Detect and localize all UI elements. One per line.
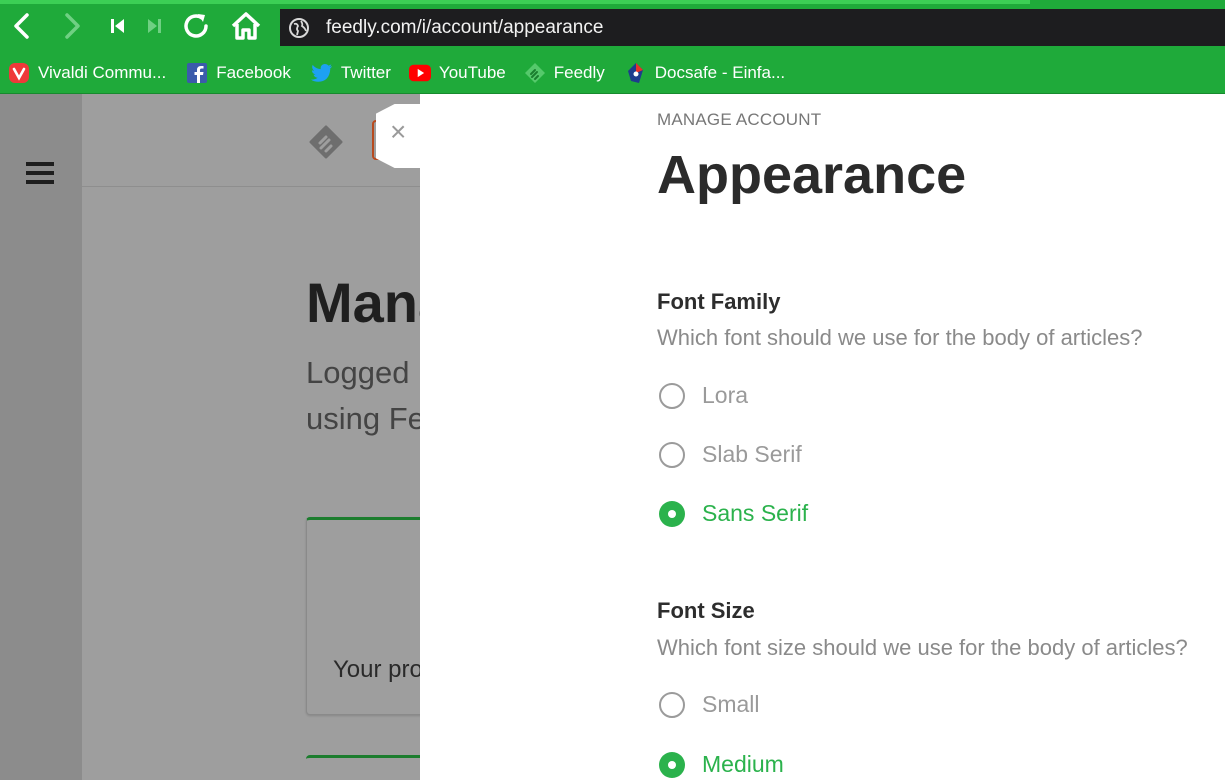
bookmark-facebook[interactable]: Facebook <box>180 58 297 88</box>
font-option-sans-serif[interactable]: Sans Serif <box>659 500 808 527</box>
facebook-icon <box>186 62 208 84</box>
radio-label: Sans Serif <box>702 500 809 526</box>
twitter-icon <box>310 62 333 84</box>
bookmark-label: YouTube <box>438 62 506 82</box>
bookmark-youtube[interactable]: YouTube <box>403 58 512 88</box>
back-button[interactable] <box>6 10 38 42</box>
globe-icon <box>288 17 310 39</box>
radio-label: Medium <box>702 751 784 777</box>
font-family-description: Which font should we use for the body of… <box>657 325 1143 350</box>
fast-forward-icon <box>148 19 161 33</box>
radio-label: Lora <box>702 382 749 408</box>
bookmark-label: Facebook <box>216 62 291 82</box>
radio-button[interactable] <box>659 382 685 409</box>
url-text[interactable]: feedly.com/i/account/appearance <box>326 17 603 39</box>
appearance-panel: MANAGE ACCOUNT Appearance Font Family Wh… <box>420 94 1225 780</box>
bookmark-docsafe[interactable]: Docsafe - Einfa... <box>619 58 791 88</box>
left-rail <box>0 94 82 780</box>
font-size-title: Font Size <box>657 598 755 623</box>
chevron-left-icon <box>14 13 29 39</box>
page-title: Appearance <box>657 145 967 205</box>
menu-icon[interactable] <box>26 162 54 186</box>
home-button[interactable] <box>230 10 262 42</box>
bookmark-label: Twitter <box>340 62 391 82</box>
bookmark-label: Docsafe - Einfa... <box>654 62 786 82</box>
bookmark-twitter[interactable]: Twitter <box>305 58 397 88</box>
size-option-medium[interactable]: Medium <box>659 751 784 778</box>
bookmark-vivaldi[interactable]: Vivaldi Commu... <box>2 58 172 88</box>
font-size-description: Which font size should we use for the bo… <box>657 635 1188 660</box>
feedly-logo-icon <box>308 124 344 160</box>
rewind-icon <box>111 19 124 33</box>
close-icon: × <box>390 116 407 147</box>
browser-toolbar: feedly.com/i/account/appearance <box>0 0 1225 52</box>
size-option-small[interactable]: Small <box>659 691 760 718</box>
panel-eyebrow: MANAGE ACCOUNT <box>657 110 822 129</box>
vivaldi-icon <box>8 62 30 84</box>
radio-button[interactable] <box>659 441 685 468</box>
bookmark-feedly[interactable]: Feedly <box>518 58 611 88</box>
background-card-text: Your pro <box>333 656 423 683</box>
address-bar[interactable]: feedly.com/i/account/appearance <box>280 9 1225 46</box>
radio-button[interactable] <box>659 691 685 718</box>
font-option-lora[interactable]: Lora <box>659 382 748 409</box>
font-family-title: Font Family <box>657 289 781 314</box>
feedly-icon <box>524 62 546 84</box>
rewind-button[interactable] <box>102 10 134 42</box>
chevron-right-icon <box>65 13 80 39</box>
bookmarks-bar: Vivaldi Commu... Facebook Twitter YouTub… <box>0 52 1225 94</box>
reload-icon <box>184 14 208 38</box>
font-option-slab-serif[interactable]: Slab Serif <box>659 441 802 468</box>
radio-button-checked[interactable] <box>659 500 685 527</box>
forward-button[interactable] <box>56 10 88 42</box>
youtube-icon <box>408 62 431 84</box>
docsafe-icon <box>625 62 647 84</box>
home-icon <box>231 12 261 40</box>
page-load-indicator <box>0 0 1030 4</box>
radio-label: Slab Serif <box>702 441 802 467</box>
bookmark-label: Feedly <box>553 62 605 82</box>
reload-button[interactable] <box>180 10 212 42</box>
radio-button-checked[interactable] <box>659 751 685 778</box>
radio-label: Small <box>702 691 760 717</box>
bookmark-label: Vivaldi Commu... <box>38 62 167 82</box>
fast-forward-button[interactable] <box>138 10 170 42</box>
